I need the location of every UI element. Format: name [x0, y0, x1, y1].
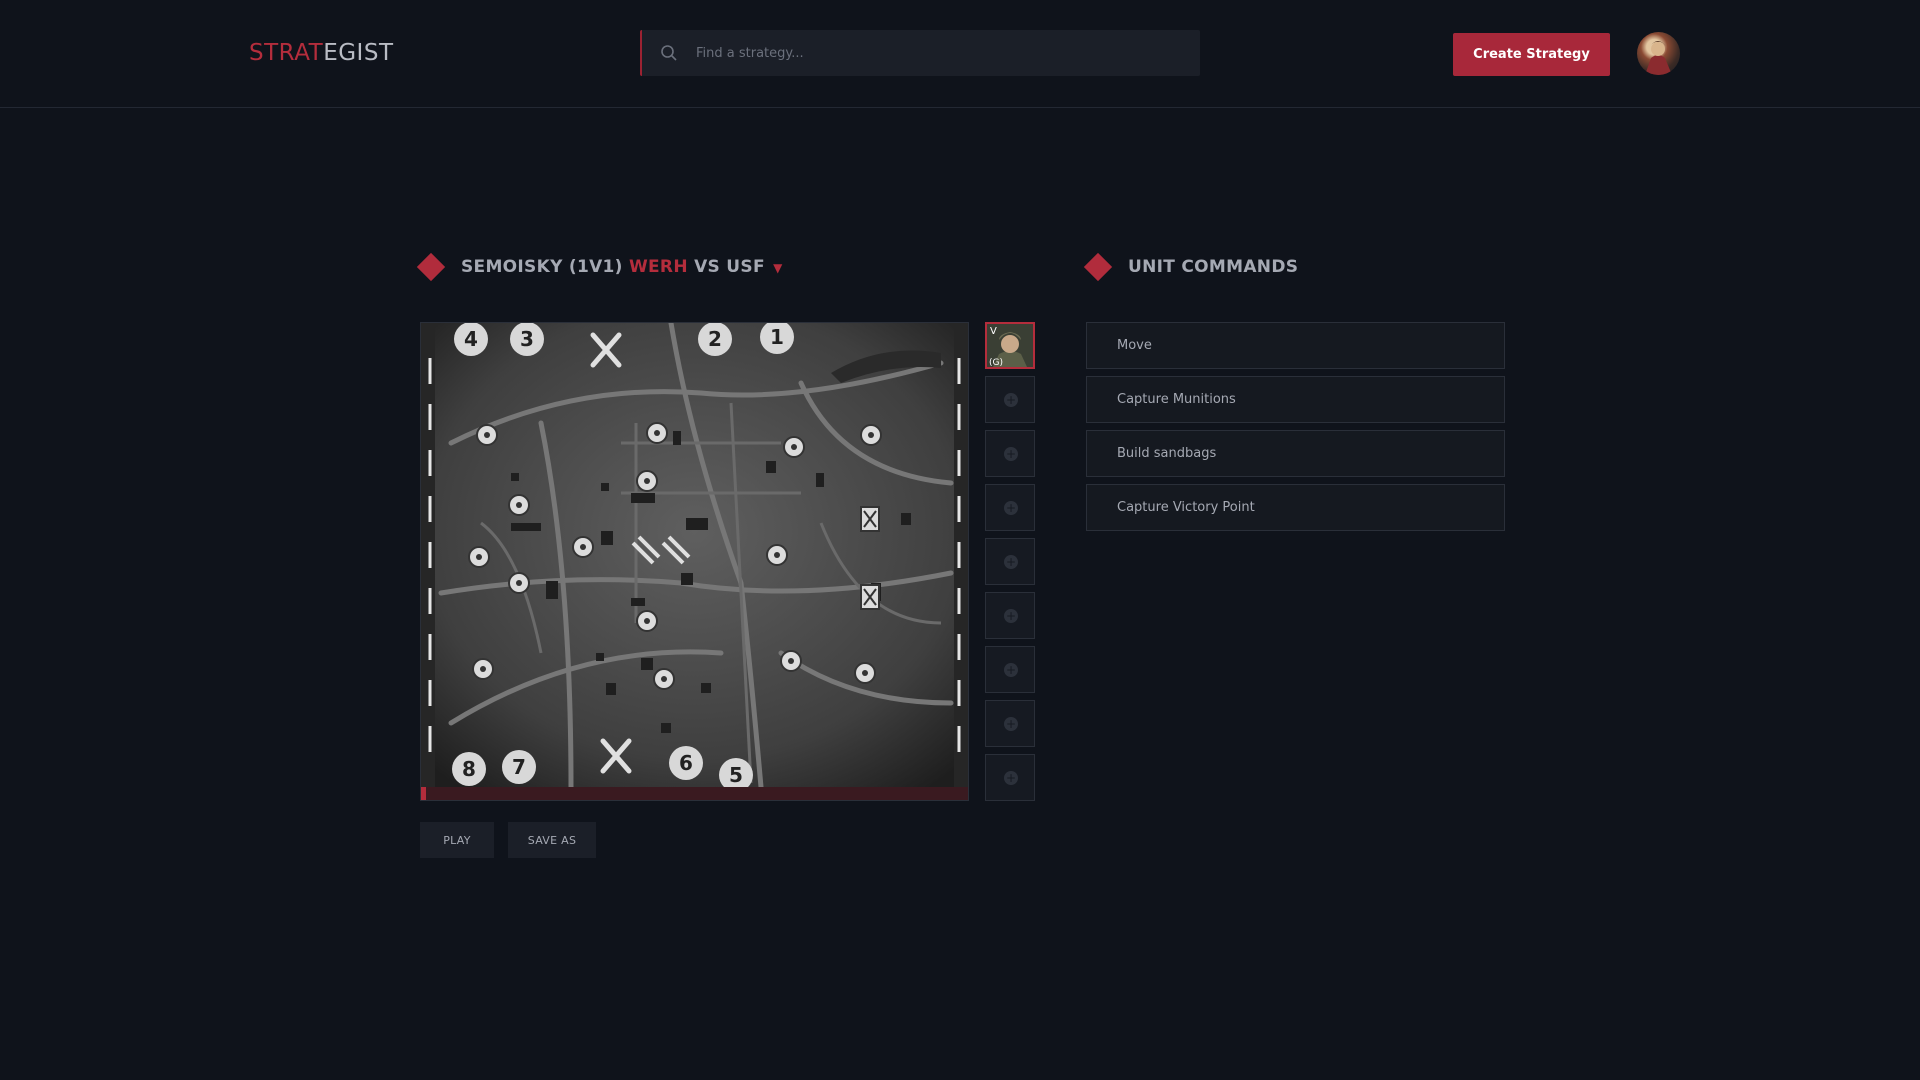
logo-rest: EGIST [323, 40, 394, 66]
add-unit-icon: + [1004, 609, 1018, 623]
unit-slot-empty[interactable]: + [985, 430, 1035, 477]
play-button[interactable]: PLAY [420, 822, 494, 858]
strategy-title[interactable]: SEMOISKY (1V1) WERH VS USF ▼ [416, 252, 783, 282]
command-move[interactable]: Move [1086, 322, 1505, 369]
unit-slot-empty[interactable]: + [985, 592, 1035, 639]
svg-text:8: 8 [462, 757, 476, 781]
add-unit-icon: + [1004, 555, 1018, 569]
svg-text:3: 3 [520, 327, 534, 351]
svg-text:7: 7 [512, 755, 526, 779]
unit-slot-empty[interactable]: + [985, 754, 1035, 801]
unit-slot-empty[interactable]: + [985, 538, 1035, 585]
logo-accent: STRAT [249, 40, 324, 66]
command-capture-munitions[interactable]: Capture Munitions [1086, 376, 1505, 423]
avatar-image [1645, 41, 1672, 75]
sector-6: 6 [669, 746, 703, 780]
timeline-bar[interactable] [421, 787, 968, 800]
unit-slot-empty[interactable]: + [985, 700, 1035, 747]
unit-slot-active[interactable]: V (G) [985, 322, 1035, 369]
command-build-sandbags[interactable]: Build sandbags [1086, 430, 1505, 477]
add-unit-icon: + [1004, 771, 1018, 785]
svg-text:4: 4 [464, 327, 478, 351]
create-strategy-button[interactable]: Create Strategy [1453, 33, 1610, 76]
unit-commands-heading: UNIT COMMANDS [1128, 257, 1299, 277]
search-bar[interactable] [640, 30, 1200, 76]
top-navbar: STRATEGIST Create Strategy [0, 0, 1920, 108]
add-unit-icon: + [1004, 501, 1018, 515]
search-input[interactable] [696, 30, 1176, 76]
unit-commands-title: UNIT COMMANDS [1083, 252, 1299, 282]
diamond-icon [1083, 252, 1113, 282]
svg-text:5: 5 [729, 763, 743, 787]
faction-a: WERH [628, 257, 688, 277]
timeline-progress [421, 787, 426, 800]
save-as-button[interactable]: SAVE AS [508, 822, 596, 858]
add-unit-icon: + [1004, 447, 1018, 461]
add-unit-icon: + [1004, 663, 1018, 677]
svg-text:1: 1 [770, 325, 784, 349]
logo[interactable]: STRATEGIST [249, 40, 394, 66]
caret-down-icon[interactable]: ▼ [773, 261, 783, 275]
unit-slot-empty[interactable]: + [985, 376, 1035, 423]
unit-slot-empty[interactable]: + [985, 646, 1035, 693]
diamond-icon [416, 252, 446, 282]
sector-7: 7 [502, 750, 536, 784]
user-avatar[interactable] [1637, 32, 1680, 75]
map-name: SEMOISKY (1V1) [461, 257, 623, 277]
add-unit-icon: + [1004, 717, 1018, 731]
command-capture-victory-point[interactable]: Capture Victory Point [1086, 484, 1505, 531]
unit-slots: V (G) + + + + + + + + [985, 322, 1035, 808]
svg-text:2: 2 [708, 327, 722, 351]
sector-3: 3 [510, 323, 544, 356]
svg-text:(G): (G) [989, 358, 1003, 367]
sector-2: 2 [698, 323, 732, 356]
svg-text:V: V [990, 326, 997, 337]
sector-8: 8 [452, 752, 486, 786]
tactical-map[interactable]: 4 3 2 1 8 7 6 5 [420, 322, 969, 801]
svg-text:6: 6 [679, 751, 693, 775]
unit-slot-empty[interactable]: + [985, 484, 1035, 531]
sector-4: 4 [454, 323, 488, 356]
officer-portrait-icon: V (G) [987, 324, 1033, 367]
command-list: Move Capture Munitions Build sandbags Ca… [1086, 322, 1505, 538]
faction-b: VS USF [694, 257, 765, 277]
map-canvas[interactable]: 4 3 2 1 8 7 6 5 [421, 323, 968, 787]
search-icon [661, 45, 677, 61]
add-unit-icon: + [1004, 393, 1018, 407]
